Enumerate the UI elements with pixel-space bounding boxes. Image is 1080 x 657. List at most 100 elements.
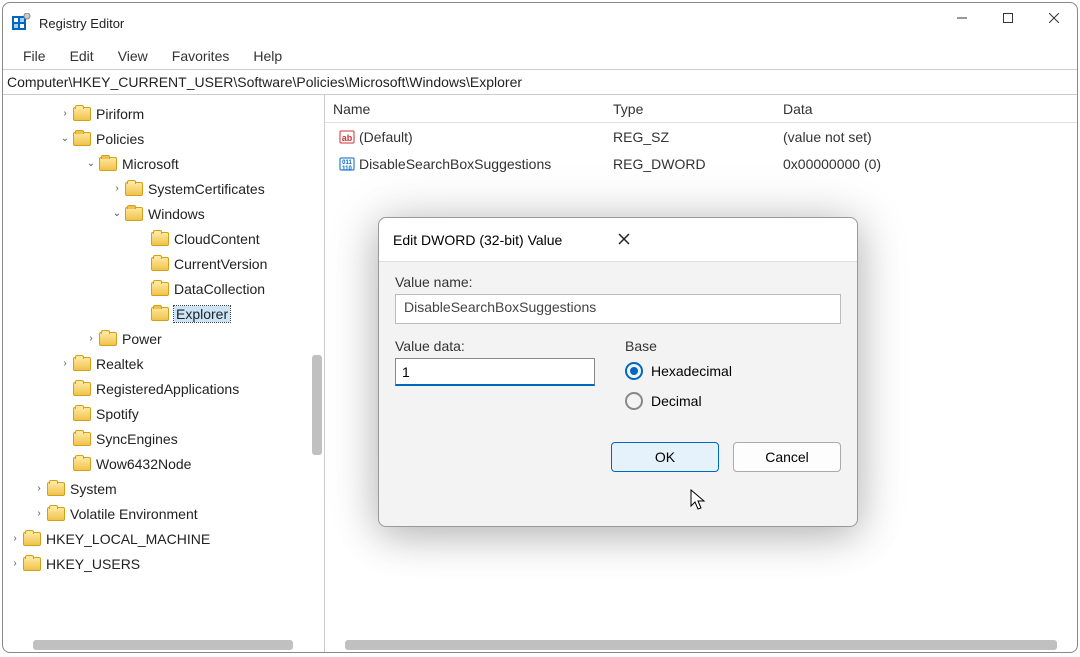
radio-label: Hexadecimal [651,363,732,379]
tree-item[interactable]: SyncEngines [96,431,178,447]
tree-item[interactable]: CurrentVersion [174,256,267,272]
radio-hexadecimal[interactable]: Hexadecimal [625,358,841,384]
folder-icon [47,507,65,521]
radio-label: Decimal [651,393,702,409]
value-type: REG_SZ [605,129,775,145]
tree-item[interactable]: HKEY_USERS [46,556,140,572]
tree-item[interactable]: SystemCertificates [148,181,265,197]
tree-item[interactable]: Power [122,331,162,347]
tree-item[interactable]: Policies [96,131,144,147]
folder-icon [47,482,65,496]
tree-item[interactable]: Spotify [96,406,139,422]
folder-open-icon [151,307,169,321]
cancel-button[interactable]: Cancel [733,442,841,472]
folder-open-icon [73,132,91,146]
tree-item[interactable]: Realtek [96,356,143,372]
folder-icon [151,232,169,246]
chevron-down-icon[interactable]: ⌄ [57,133,73,144]
folder-icon [125,182,143,196]
tree-item-selected[interactable]: Explorer [174,306,230,322]
folder-icon [99,332,117,346]
window-controls [939,3,1077,43]
dialog-body: Value name: DisableSearchBoxSuggestions … [379,262,857,488]
tree-item[interactable]: CloudContent [174,231,260,247]
chevron-right-icon[interactable]: › [57,358,73,369]
list-horizontal-scrollbar[interactable] [345,640,1057,650]
chevron-right-icon[interactable]: › [7,533,23,544]
value-name-field[interactable]: DisableSearchBoxSuggestions [395,294,841,324]
value-name-label: Value name: [395,274,841,290]
tree-item[interactable]: Piriform [96,106,144,122]
close-button[interactable] [1031,3,1077,33]
tree-horizontal-scrollbar[interactable] [33,640,293,650]
list-header: Name Type Data [325,95,1077,123]
folder-open-icon [99,157,117,171]
tree-item[interactable]: Wow6432Node [96,456,191,472]
chevron-right-icon[interactable]: › [57,108,73,119]
tree-item[interactable]: System [70,481,117,497]
string-value-icon: ab [339,129,355,145]
minimize-button[interactable] [939,3,985,33]
svg-text:ab: ab [342,133,353,143]
folder-icon [151,282,169,296]
menu-file[interactable]: File [13,46,56,66]
tree-vertical-scrollbar[interactable] [312,355,322,455]
tree-item[interactable]: Windows [148,206,205,222]
value-data-label: Value data: [395,338,595,354]
menu-favorites[interactable]: Favorites [162,46,240,66]
value-name: (Default) [359,129,413,145]
list-row[interactable]: 011110DisableSearchBoxSuggestions REG_DW… [325,150,1077,177]
chevron-down-icon[interactable]: ⌄ [83,158,99,169]
chevron-right-icon[interactable]: › [83,333,99,344]
folder-icon [73,407,91,421]
maximize-button[interactable] [985,3,1031,33]
menu-edit[interactable]: Edit [60,46,104,66]
tree-item[interactable]: DataCollection [174,281,265,297]
folder-icon [151,257,169,271]
value-data: (value not set) [775,129,1077,145]
base-label: Base [625,338,841,354]
list-row[interactable]: ab (Default) REG_SZ (value not set) [325,123,1077,150]
tree-item[interactable]: RegisteredApplications [96,381,239,397]
edit-dword-dialog: Edit DWORD (32-bit) Value Value name: Di… [378,217,858,527]
column-type[interactable]: Type [605,95,775,122]
folder-icon [73,107,91,121]
tree-pane: › Piriform ⌄ Policies ⌄ Microsoft › SystemCe… [3,95,325,652]
menu-help[interactable]: Help [243,46,292,66]
folder-icon [23,557,41,571]
ok-button[interactable]: OK [611,442,719,472]
dialog-title: Edit DWORD (32-bit) Value [393,232,614,248]
folder-icon [23,532,41,546]
chevron-right-icon[interactable]: › [109,183,125,194]
menubar: File Edit View Favorites Help [3,43,1077,69]
svg-text:110: 110 [342,166,352,172]
chevron-right-icon[interactable]: › [31,483,47,494]
value-data: 0x00000000 (0) [775,156,1077,172]
dialog-titlebar: Edit DWORD (32-bit) Value [379,218,857,262]
close-icon[interactable] [614,228,843,252]
tree-item[interactable]: HKEY_LOCAL_MACHINE [46,531,210,547]
cursor-icon [690,489,710,513]
column-data[interactable]: Data [775,95,1077,122]
value-type: REG_DWORD [605,156,775,172]
address-bar[interactable]: Computer\HKEY_CURRENT_USER\Software\Poli… [3,69,1077,95]
dword-value-icon: 011110 [339,156,355,172]
column-name[interactable]: Name [325,95,605,122]
value-data-input[interactable] [395,358,595,386]
tree-item[interactable]: Microsoft [122,156,179,172]
folder-icon [73,432,91,446]
chevron-right-icon[interactable]: › [31,508,47,519]
tree-item[interactable]: Volatile Environment [70,506,198,522]
window-title: Registry Editor [39,16,939,31]
radio-decimal[interactable]: Decimal [625,388,841,414]
folder-icon [73,382,91,396]
chevron-down-icon[interactable]: ⌄ [109,208,125,219]
folder-icon [73,357,91,371]
regedit-icon [11,13,31,33]
main-window: Registry Editor File Edit View Favorites… [2,2,1078,653]
registry-tree[interactable]: › Piriform ⌄ Policies ⌄ Microsoft › SystemCe… [3,95,324,576]
chevron-right-icon[interactable]: › [7,558,23,569]
radio-icon [625,392,643,410]
menu-view[interactable]: View [108,46,158,66]
value-name: DisableSearchBoxSuggestions [359,156,551,172]
